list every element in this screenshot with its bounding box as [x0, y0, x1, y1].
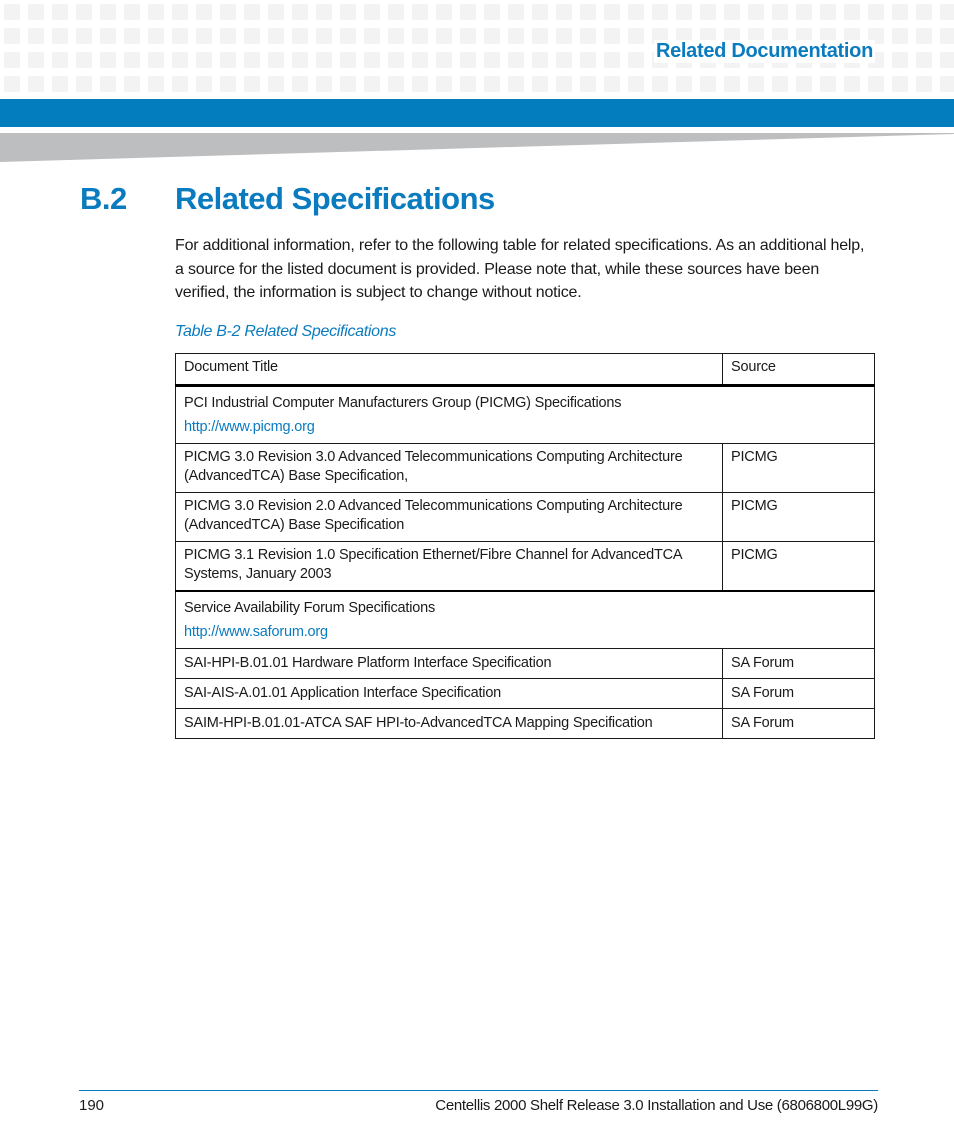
table-row: PICMG 3.0 Revision 2.0 Advanced Telecomm…	[175, 492, 875, 542]
table-row: SAI-HPI-B.01.01 Hardware Platform Interf…	[175, 648, 875, 679]
source-cell: PICMG	[722, 541, 875, 592]
source-cell: PICMG	[722, 492, 875, 542]
table-row: SAI-AIS-A.01.01 Application Interface Sp…	[175, 678, 875, 709]
group-title: Service Availability Forum Specification…	[184, 600, 436, 616]
document-title-cell: PICMG 3.0 Revision 2.0 Advanced Telecomm…	[175, 492, 723, 542]
header-gray-wedge	[0, 133, 954, 162]
section-number: B.2	[80, 181, 127, 216]
column-header-source: Source	[722, 353, 875, 387]
group-row-picmg: PCI Industrial Computer Manufacturers Gr…	[175, 385, 875, 444]
header-blue-bar	[0, 99, 954, 127]
footer-document-title: Centellis 2000 Shelf Release 3.0 Install…	[435, 1097, 878, 1114]
table-row: SAIM-HPI-B.01.01-ATCA SAF HPI-to-Advance…	[175, 708, 875, 739]
table-header-row: Document Title Source	[175, 353, 875, 387]
document-title-cell: PICMG 3.1 Revision 1.0 Specification Eth…	[175, 541, 723, 592]
table-row: PICMG 3.1 Revision 1.0 Specification Eth…	[175, 541, 875, 592]
source-cell: SA Forum	[722, 648, 875, 679]
table-row: PICMG 3.0 Revision 3.0 Advanced Telecomm…	[175, 443, 875, 493]
running-header-title: Related Documentation	[653, 40, 875, 63]
picmg-link[interactable]: http://www.picmg.org	[184, 419, 315, 435]
saforum-link[interactable]: http://www.saforum.org	[184, 624, 328, 640]
section-heading: B.2 Related Specifications	[80, 181, 495, 217]
document-title-cell: SAI-AIS-A.01.01 Application Interface Sp…	[175, 678, 723, 709]
source-cell: SA Forum	[722, 708, 875, 739]
section-title: Related Specifications	[175, 181, 495, 216]
group-row-saforum: Service Availability Forum Specification…	[175, 590, 875, 649]
column-header-document-title: Document Title	[175, 353, 723, 387]
footer-divider	[79, 1090, 878, 1091]
intro-paragraph: For additional information, refer to the…	[175, 237, 865, 301]
document-title-cell: PICMG 3.0 Revision 3.0 Advanced Telecomm…	[175, 443, 723, 493]
document-title-cell: SAI-HPI-B.01.01 Hardware Platform Interf…	[175, 648, 723, 679]
source-cell: SA Forum	[722, 678, 875, 709]
table-caption: Table B-2 Related Specifications	[175, 323, 397, 340]
page-number: 190	[79, 1097, 105, 1114]
document-title-cell: SAIM-HPI-B.01.01-ATCA SAF HPI-to-Advance…	[175, 708, 723, 739]
source-cell: PICMG	[722, 443, 875, 493]
group-title: PCI Industrial Computer Manufacturers Gr…	[184, 395, 622, 411]
related-specifications-table: Document Title Source PCI Industrial Com…	[175, 353, 875, 739]
